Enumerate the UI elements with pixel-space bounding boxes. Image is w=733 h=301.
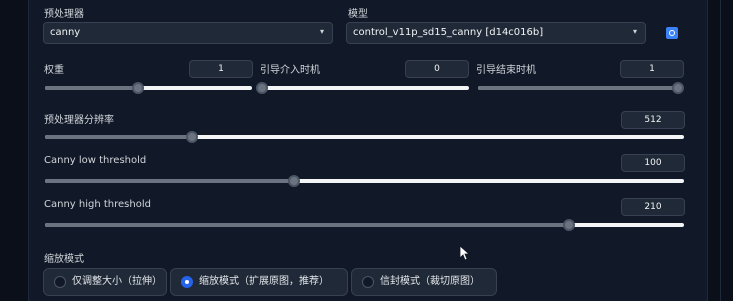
guidance-start-slider-thumb[interactable] bbox=[256, 82, 268, 94]
guidance-end-label: 引导结束时机 bbox=[476, 65, 536, 76]
weight-slider-fill bbox=[45, 86, 139, 90]
low-threshold-number-input[interactable]: 100 bbox=[621, 154, 685, 172]
guidance-end-slider-fill bbox=[478, 86, 678, 90]
resize-mode-option-label: 缩放模式（扩展原图，推荐） bbox=[199, 276, 329, 287]
radio-circle-icon bbox=[54, 276, 66, 288]
weight-label: 权重 bbox=[44, 65, 64, 76]
weight-slider[interactable] bbox=[45, 82, 252, 94]
high-threshold-label: Canny high threshold bbox=[44, 199, 151, 210]
chevron-down-icon: ▾ bbox=[632, 27, 637, 36]
model-value: control_v11p_sd15_canny [d14c016b] bbox=[353, 27, 544, 38]
guidance-end-number-input[interactable]: 1 bbox=[620, 60, 684, 78]
low-threshold-slider-fill bbox=[45, 179, 295, 183]
preprocessor-dropdown[interactable]: canny ▾ bbox=[43, 22, 333, 44]
radio-circle-icon bbox=[362, 276, 374, 288]
radio-circle-icon bbox=[181, 276, 193, 288]
resolution-slider[interactable] bbox=[45, 131, 684, 143]
resize-mode-label: 缩放模式 bbox=[44, 254, 84, 265]
high-threshold-slider-fill bbox=[45, 223, 569, 227]
low-threshold-label: Canny low threshold bbox=[44, 155, 147, 166]
resize-mode-option[interactable]: 缩放模式（扩展原图，推荐） bbox=[170, 268, 348, 296]
resolution-number-input[interactable]: 512 bbox=[621, 111, 685, 129]
guidance-start-slider[interactable] bbox=[256, 82, 469, 94]
preprocessor-label: 预处理器 bbox=[44, 9, 84, 20]
resolution-slider-fill bbox=[45, 135, 192, 139]
high-threshold-slider[interactable] bbox=[45, 219, 684, 231]
resize-mode-option[interactable]: 仅调整大小（拉伸） bbox=[43, 268, 167, 296]
guidance-end-slider-thumb[interactable] bbox=[672, 82, 684, 94]
resize-mode-option-label: 信封模式（裁切原图） bbox=[380, 276, 480, 287]
guidance-start-label: 引导介入时机 bbox=[260, 65, 320, 76]
resolution-slider-thumb[interactable] bbox=[185, 131, 198, 143]
refresh-icon[interactable] bbox=[666, 27, 678, 39]
model-label: 模型 bbox=[348, 9, 368, 20]
high-threshold-slider-thumb[interactable] bbox=[562, 219, 575, 231]
mouse-pointer-icon bbox=[460, 246, 470, 261]
guidance-end-slider[interactable] bbox=[478, 82, 684, 94]
preprocessor-value: canny bbox=[50, 27, 81, 38]
page-gutter bbox=[714, 0, 733, 301]
divider bbox=[720, 0, 721, 301]
model-dropdown[interactable]: control_v11p_sd15_canny [d14c016b] ▾ bbox=[346, 22, 646, 44]
resize-mode-option[interactable]: 信封模式（裁切原图） bbox=[351, 268, 497, 296]
weight-number-input[interactable]: 1 bbox=[189, 60, 253, 78]
guidance-start-number-input[interactable]: 0 bbox=[405, 60, 469, 78]
controlnet-panel bbox=[28, 0, 708, 301]
chevron-down-icon: ▾ bbox=[319, 27, 324, 36]
low-threshold-slider[interactable] bbox=[45, 175, 684, 187]
resize-mode-option-label: 仅调整大小（拉伸） bbox=[72, 276, 162, 287]
high-threshold-number-input[interactable]: 210 bbox=[621, 198, 685, 216]
resolution-label: 预处理器分辨率 bbox=[44, 115, 114, 126]
